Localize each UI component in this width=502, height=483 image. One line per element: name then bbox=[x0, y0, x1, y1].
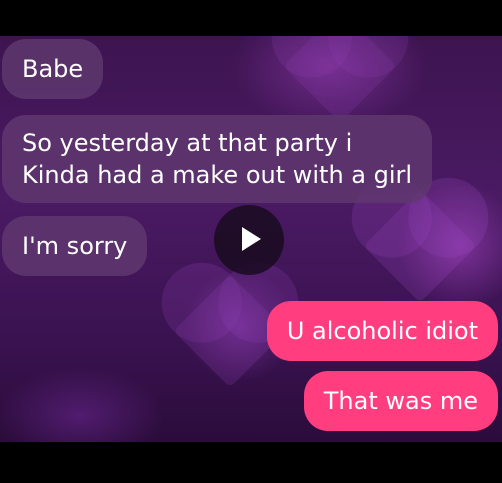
message-received[interactable]: So yesterday at that party i Kinda had a… bbox=[2, 115, 433, 203]
message-text-line: Kinda had a make out with a girl bbox=[22, 161, 413, 189]
play-icon bbox=[242, 227, 261, 251]
message-text: I'm sorry bbox=[22, 232, 128, 260]
message-received[interactable]: I'm sorry bbox=[2, 216, 148, 276]
heart-decoration bbox=[283, 36, 397, 123]
message-text: That was me bbox=[323, 387, 478, 415]
heart-decoration bbox=[363, 189, 477, 303]
message-text-line: So yesterday at that party i bbox=[22, 129, 353, 157]
play-button[interactable] bbox=[214, 205, 284, 275]
message-received[interactable]: Babe bbox=[2, 39, 104, 99]
message-text: U alcoholic idiot bbox=[286, 317, 478, 345]
message-sent[interactable]: U alcoholic idiot bbox=[266, 301, 498, 361]
message-text: Babe bbox=[22, 55, 84, 83]
message-sent[interactable]: That was me bbox=[303, 371, 498, 431]
